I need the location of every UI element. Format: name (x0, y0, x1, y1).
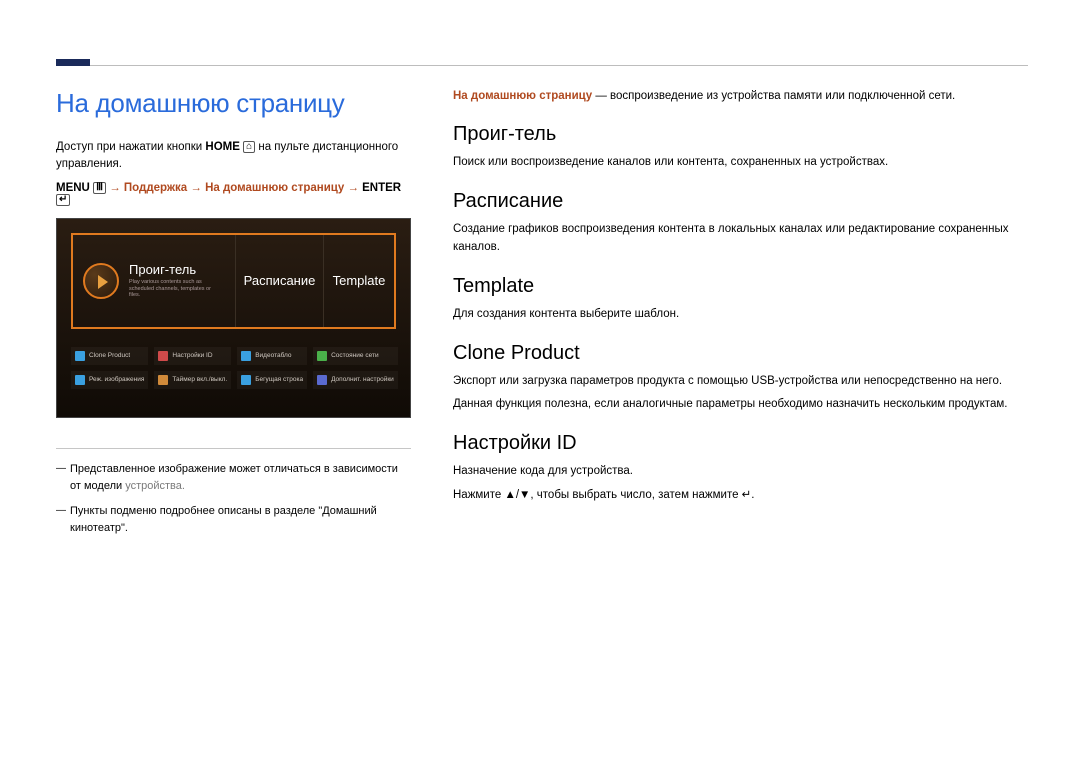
mock-cell: Clone Product (71, 347, 148, 365)
lead-accent: На домашнюю страницу (453, 90, 592, 102)
mock-cell-icon (317, 375, 327, 385)
section-paragraph: Для создания контента выберите шаблон. (453, 306, 1028, 324)
arrow-icon: → (109, 182, 124, 194)
left-divider (56, 448, 411, 449)
home-icon (243, 141, 255, 153)
section-paragraph: Нажмите ▲/▼, чтобы выбрать число, затем … (453, 487, 1028, 505)
mock-player-title: Проиг-тель (129, 262, 223, 277)
mock-cell-label: Настройки ID (172, 352, 212, 359)
menu-seg-support: Поддержка (124, 182, 187, 194)
mock-schedule-label: Расписание (244, 273, 316, 288)
mock-cell-icon (158, 351, 168, 361)
mock-player-tile: Проиг-тель Play various contents such as… (73, 235, 236, 327)
section-heading: Clone Product (453, 342, 1028, 365)
menu-seg-home: На домашнюю страницу (205, 182, 344, 194)
intro-text-pre: Доступ при нажатии кнопки (56, 141, 205, 153)
footnote-2-text: Пункты подменю подробнее описаны в разде… (70, 505, 377, 534)
section-heading: Расписание (453, 190, 1028, 213)
home-keyword: HOME (205, 141, 240, 153)
mock-cell: Настройки ID (154, 347, 231, 365)
menu-path: MENU → Поддержка → На домашнюю страницу … (56, 182, 411, 206)
mock-schedule-tile: Расписание (236, 235, 324, 327)
section-paragraph: Данная функция полезна, если аналогичные… (453, 396, 1028, 414)
mock-cell-label: Видеотабло (255, 352, 291, 359)
mock-cell: Реж. изображения (71, 371, 148, 389)
arrow-icon: → (190, 182, 205, 194)
mock-cell-icon (241, 375, 251, 385)
right-column: На домашнюю страницу — воспроизведение и… (453, 88, 1028, 545)
mock-cell: Состояние сети (313, 347, 398, 365)
mock-cell-label: Реж. изображения (89, 376, 144, 383)
lead-paragraph: На домашнюю страницу — воспроизведение и… (453, 88, 1028, 105)
footnote-1-line1: Представленное изображение может отличат… (70, 463, 398, 492)
play-icon (83, 263, 119, 299)
section-heading: Проиг-тель (453, 123, 1028, 146)
lead-rest: — воспроизведение из устройства памяти и… (592, 90, 955, 102)
mock-cell-icon (317, 351, 327, 361)
section-heading: Template (453, 275, 1028, 298)
mock-player-subtitle: Play various contents such as scheduled … (129, 279, 223, 300)
chapter-topbar (56, 40, 1028, 66)
left-column: На домашнюю страницу Доступ при нажатии … (56, 88, 411, 545)
mock-cell: Бегущая строка (237, 371, 307, 389)
mock-cell-label: Состояние сети (331, 352, 379, 359)
access-instruction: Доступ при нажатии кнопки HOME на пульте… (56, 139, 411, 174)
enter-icon (56, 194, 70, 206)
mock-cell: Видеотабло (237, 347, 307, 365)
section-paragraph: Экспорт или загрузка параметров продукта… (453, 373, 1028, 391)
mock-cell-icon (241, 351, 251, 361)
mock-template-label: Template (333, 273, 386, 288)
mock-cell-icon (75, 375, 85, 385)
mock-cell-label: Clone Product (89, 352, 130, 359)
mock-cell-icon (75, 351, 85, 361)
footnote-2: Пункты подменю подробнее описаны в разде… (56, 503, 411, 537)
mock-cell: Дополнит. настройки (313, 371, 398, 389)
mock-bottom-grid: Clone Product Настройки ID Видеотабло Состо… (71, 347, 396, 389)
footnote-1-line2: устройства. (125, 480, 185, 492)
mock-cell-icon (158, 375, 168, 385)
footnote-1: Представленное изображение может отличат… (56, 461, 411, 495)
screenshot-mock: Проиг-тель Play various contents such as… (56, 218, 411, 418)
menu-keyword: MENU (56, 182, 90, 194)
page-title: На домашнюю страницу (56, 88, 411, 119)
enter-keyword: ENTER (362, 182, 401, 194)
section-paragraph: Создание графиков воспроизведения контен… (453, 221, 1028, 257)
mock-top-row: Проиг-тель Play various contents such as… (71, 233, 396, 329)
mock-cell-label: Бегущая строка (255, 376, 303, 383)
mock-cell-label: Дополнит. настройки (331, 376, 394, 383)
mock-cell: Таймер вкл./выкл. (154, 371, 231, 389)
section-paragraph: Поиск или воспроизведение каналов или ко… (453, 154, 1028, 172)
mock-cell-label: Таймер вкл./выкл. (172, 376, 227, 383)
menu-icon (93, 182, 106, 194)
mock-template-tile: Template (324, 235, 394, 327)
arrow-icon: → (347, 182, 362, 194)
two-column-layout: На домашнюю страницу Доступ при нажатии … (56, 88, 1028, 545)
section-paragraph: Назначение кода для устройства. (453, 463, 1028, 481)
section-heading: Настройки ID (453, 432, 1028, 455)
